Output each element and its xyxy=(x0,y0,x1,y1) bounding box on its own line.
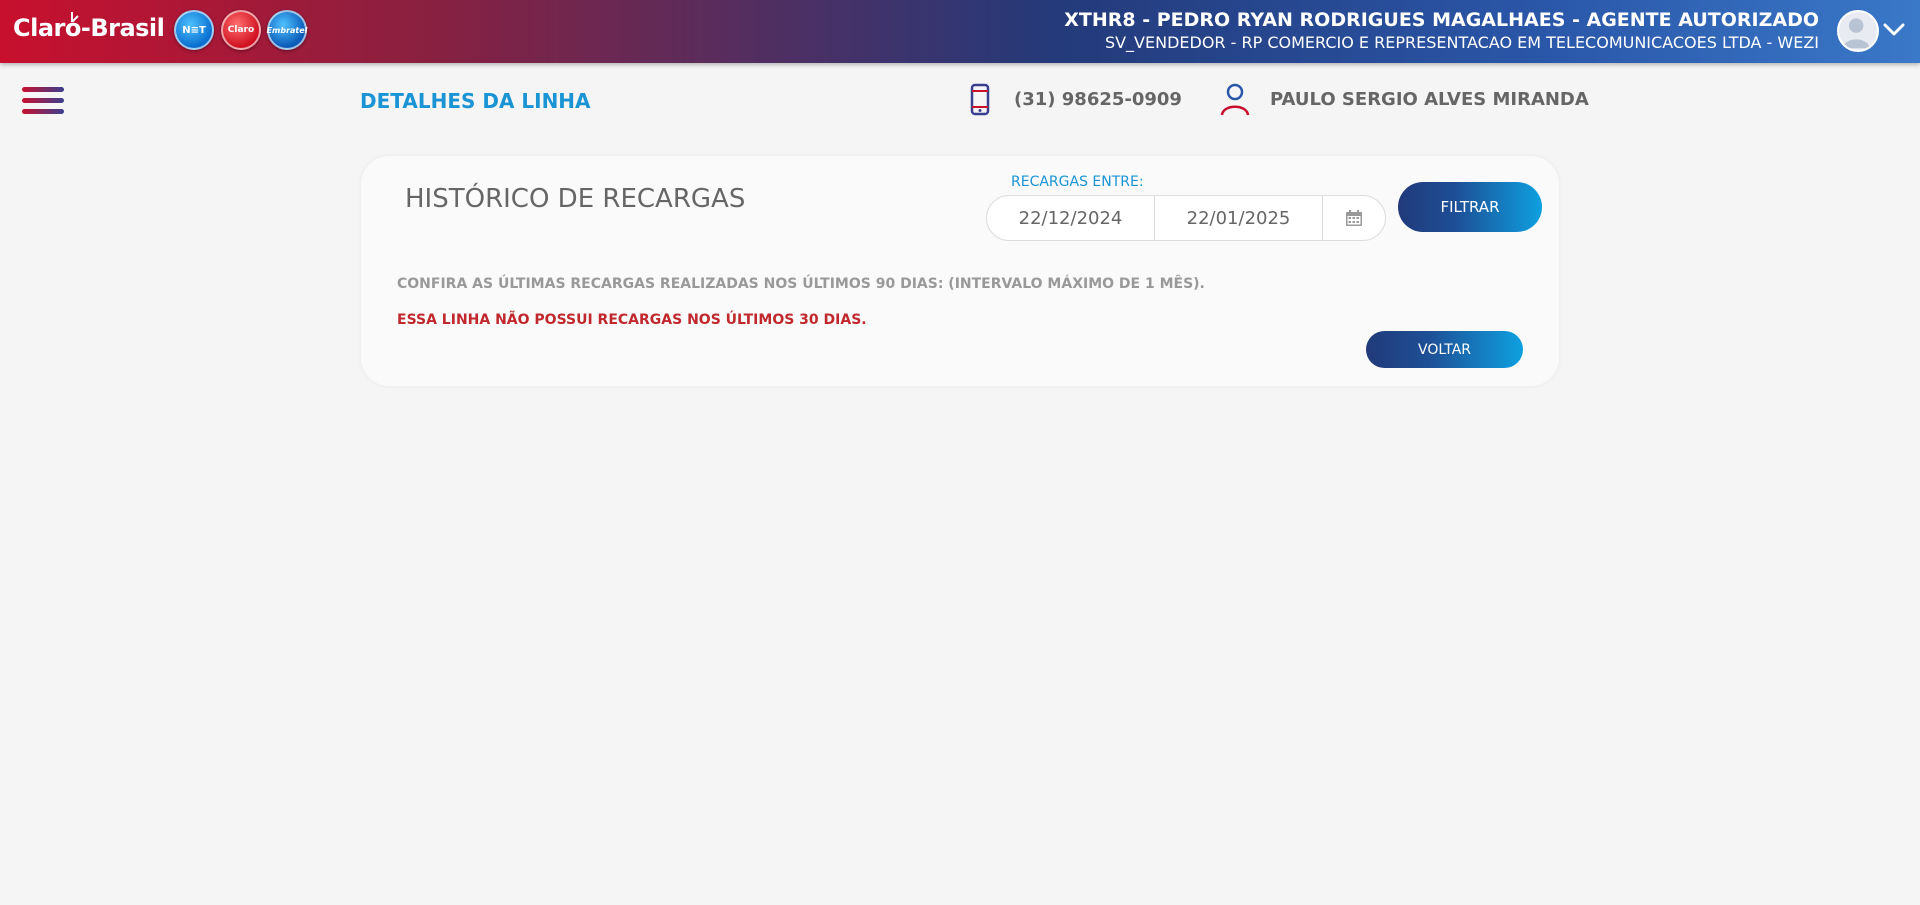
claro-brasil-logo: Claro-Brasil xyxy=(13,12,165,42)
user-name-role: XTHR8 - PEDRO RYAN RODRIGUES MAGALHAES -… xyxy=(1064,9,1819,31)
menu-icon[interactable] xyxy=(22,87,64,121)
start-date-input[interactable] xyxy=(987,196,1155,240)
user-info: XTHR8 - PEDRO RYAN RODRIGUES MAGALHAES -… xyxy=(1064,8,1819,54)
end-date-input[interactable] xyxy=(1155,196,1323,240)
phone-icon xyxy=(970,83,990,116)
info-text: CONFIRA AS ÚLTIMAS RECARGAS REALIZADAS N… xyxy=(397,276,1205,292)
recharge-history-card: HISTÓRICO DE RECARGAS RECARGAS ENTRE: FI… xyxy=(361,156,1559,386)
user-company: SV_VENDEDOR - RP COMERCIO E REPRESENTACA… xyxy=(1104,33,1819,52)
calendar-icon xyxy=(1346,210,1362,226)
embratel-logo: Embratel xyxy=(267,10,307,50)
back-button[interactable]: VOLTAR xyxy=(1366,331,1523,368)
chevron-down-icon[interactable] xyxy=(1883,22,1905,38)
person-icon xyxy=(1220,83,1250,116)
phone-number: (31) 98625-0909 xyxy=(1014,89,1182,110)
calendar-button[interactable] xyxy=(1323,196,1385,240)
avatar-icon[interactable] xyxy=(1837,10,1879,52)
no-recharges-warning: ESSA LINHA NÃO POSSUI RECARGAS NOS ÚLTIM… xyxy=(397,312,867,328)
customer-name: PAULO SERGIO ALVES MIRANDA xyxy=(1270,89,1589,110)
brand-spark-icon xyxy=(71,12,79,22)
top-bar: Claro-Brasil N≡T Claro Embratel XTHR8 - … xyxy=(0,0,1920,63)
claro-logo: Claro xyxy=(221,10,261,50)
date-range-picker xyxy=(986,195,1386,241)
net-logo: N≡T xyxy=(174,10,214,50)
page-title: DETALHES DA LINHA xyxy=(360,89,591,113)
card-title: HISTÓRICO DE RECARGAS xyxy=(405,184,746,214)
filter-button[interactable]: FILTRAR xyxy=(1398,182,1542,232)
date-range-label: RECARGAS ENTRE: xyxy=(1011,174,1144,190)
brand-text: Claro-Brasil xyxy=(13,14,165,42)
